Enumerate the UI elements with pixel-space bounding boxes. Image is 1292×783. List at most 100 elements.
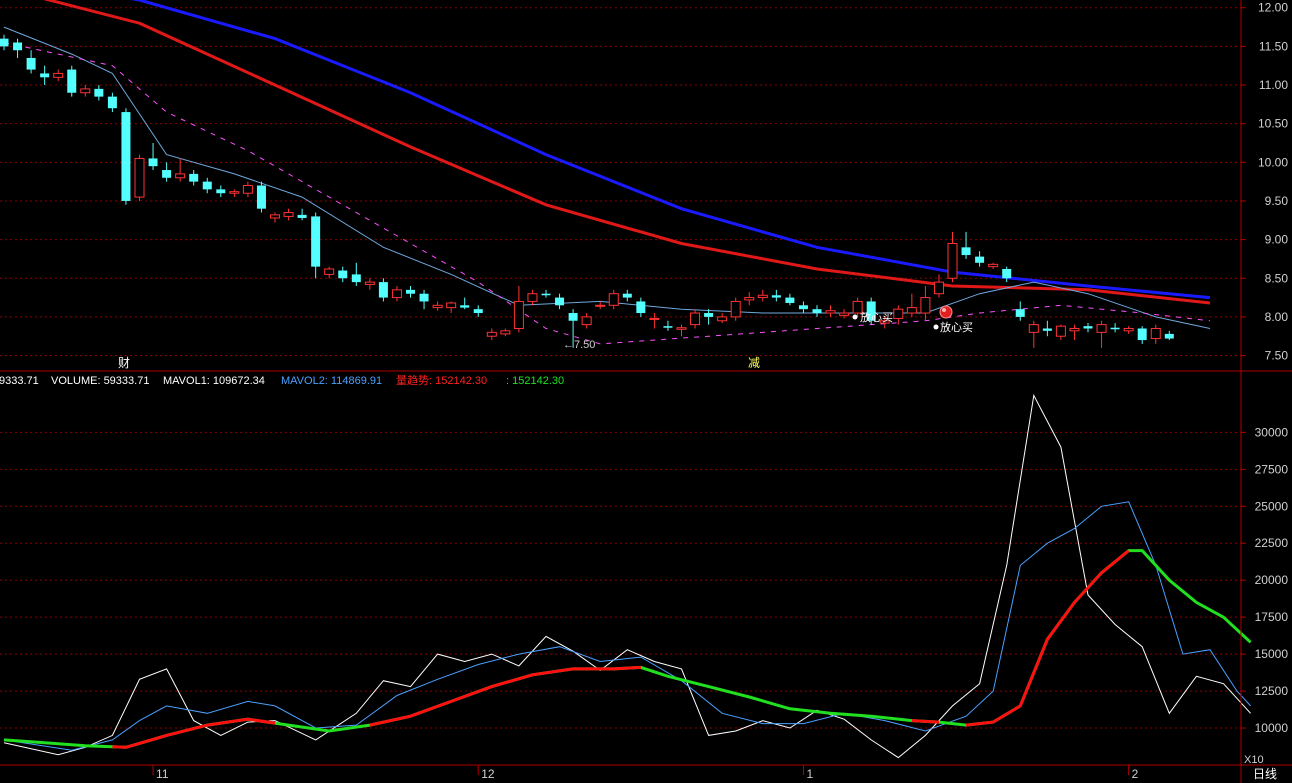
buy-signal-label-2: 放心买 bbox=[940, 320, 973, 334]
time-tick-label: 12 bbox=[481, 767, 495, 781]
period-label[interactable]: 日线 bbox=[1253, 767, 1277, 781]
candle-body-down bbox=[568, 313, 578, 321]
candle-body-down bbox=[0, 38, 9, 47]
price-tick-label: 12.00 bbox=[1258, 1, 1288, 15]
red-ball-highlight bbox=[942, 308, 946, 312]
marker-cai: 财 bbox=[118, 356, 130, 370]
candle-body-up bbox=[270, 214, 280, 219]
candle-body-down bbox=[419, 293, 429, 302]
candle-body-up bbox=[744, 297, 755, 301]
legend-trend-value: : 152142.30 bbox=[506, 375, 564, 387]
candle-body-up bbox=[595, 304, 606, 307]
candle-body-up bbox=[242, 185, 253, 194]
candle-body-up bbox=[229, 191, 240, 194]
candle-body-down bbox=[202, 181, 212, 190]
candle-body-up bbox=[1123, 327, 1134, 332]
candle-body-up bbox=[933, 281, 944, 295]
price-tick-label: 9.00 bbox=[1265, 233, 1289, 247]
volume-tick-label: 25000 bbox=[1255, 499, 1289, 513]
candle-body-up bbox=[1069, 327, 1080, 332]
candle-body-down bbox=[812, 309, 822, 314]
buy-signal-label-1: 放心买 bbox=[860, 310, 893, 324]
candle-body-up bbox=[283, 212, 294, 217]
low-price-annotation: ←7.50 bbox=[563, 339, 595, 351]
candle-body-up bbox=[730, 300, 741, 318]
candle-body-up bbox=[324, 268, 335, 275]
candle-body-down bbox=[1137, 328, 1147, 341]
candle-body-down bbox=[297, 214, 307, 218]
legend-mavol2: MAVOL2: 114869.91 bbox=[281, 375, 382, 387]
candle-body-up bbox=[893, 308, 904, 319]
candle-body-down bbox=[378, 282, 388, 298]
candle-body-down bbox=[704, 313, 714, 317]
candle-body-up bbox=[175, 173, 186, 179]
background bbox=[0, 0, 1292, 783]
volume-scale-label: X10 bbox=[1244, 754, 1264, 766]
candle-body-down bbox=[40, 73, 50, 78]
candle-body-down bbox=[338, 270, 348, 279]
legend-volume-prefix: 9333.71 bbox=[0, 375, 39, 387]
candle-body-down bbox=[663, 326, 673, 328]
candle-body-up bbox=[676, 327, 687, 330]
candle-body-up bbox=[717, 316, 728, 322]
candle-body-up bbox=[988, 263, 999, 268]
candle-body-down bbox=[460, 305, 470, 308]
candle-body-down bbox=[636, 301, 646, 314]
candle-body-down bbox=[473, 309, 483, 314]
buy-signal-dot bbox=[933, 324, 939, 330]
candle-body-up bbox=[486, 331, 497, 337]
price-tick-label: 8.00 bbox=[1265, 310, 1289, 324]
candle-body-down bbox=[148, 158, 158, 167]
candle-body-down bbox=[975, 256, 985, 263]
candle-body-up bbox=[432, 304, 443, 309]
candle-body-down bbox=[622, 293, 632, 298]
candle-body-up bbox=[581, 316, 592, 326]
candle-body-up bbox=[513, 300, 524, 329]
candle-body-up bbox=[1028, 324, 1039, 333]
candle-body-down bbox=[1002, 268, 1012, 279]
price-tick-label: 11.00 bbox=[1259, 78, 1288, 92]
volume-tick-label: 20000 bbox=[1255, 573, 1289, 587]
candle-body-down bbox=[771, 295, 781, 298]
candle-body-down bbox=[785, 297, 795, 303]
candle-body-up bbox=[608, 293, 619, 306]
candle-body-up bbox=[1096, 324, 1107, 333]
marker-jian: 减 bbox=[748, 356, 760, 370]
volume-tick-label: 22500 bbox=[1255, 536, 1289, 550]
legend-volume-trend: 量趋势: 152142.30 bbox=[396, 374, 487, 387]
candle bbox=[134, 154, 145, 201]
candle-body-up bbox=[906, 307, 917, 314]
volume-tick-label: 27500 bbox=[1255, 462, 1289, 476]
volume-tick-label: 12500 bbox=[1255, 684, 1289, 698]
candle-body-up bbox=[690, 312, 701, 326]
candle-body-down bbox=[121, 112, 131, 201]
candle-body-up bbox=[920, 297, 931, 314]
candle-body-up bbox=[947, 242, 958, 279]
legend-volume: VOLUME: 59333.71 bbox=[51, 375, 149, 387]
price-tick-label: 11.50 bbox=[1259, 39, 1288, 53]
candle-body-down bbox=[162, 170, 172, 178]
volume-legend: 9333.71 VOLUME: 59333.71 MAVOL1: 109672.… bbox=[0, 374, 564, 387]
candle-body-up bbox=[500, 330, 511, 335]
volume-tick-label: 17500 bbox=[1255, 610, 1289, 624]
candle bbox=[67, 65, 77, 97]
candle-body-up bbox=[446, 302, 457, 309]
price-tick-label: 10.50 bbox=[1258, 117, 1288, 131]
candle-body-up bbox=[527, 293, 538, 302]
time-tick-label: 11 bbox=[156, 767, 169, 781]
candle-body-down bbox=[406, 289, 415, 294]
candle-body-down bbox=[256, 185, 266, 209]
volume-tick-label: 10000 bbox=[1255, 721, 1289, 735]
candle-body-down bbox=[798, 305, 808, 310]
candle-body-up bbox=[134, 157, 145, 198]
candle-body-down bbox=[555, 297, 565, 306]
candle-body-down bbox=[1015, 309, 1025, 317]
time-tick-label: 2 bbox=[1132, 767, 1139, 781]
candle-body-down bbox=[94, 88, 104, 97]
legend-mavol1: MAVOL1: 109672.34 bbox=[163, 375, 265, 387]
volume-tick-label: 15000 bbox=[1255, 647, 1289, 661]
red-ball-icon[interactable] bbox=[939, 305, 953, 319]
candle-body-down bbox=[1164, 333, 1174, 339]
volume-tick-label: 30000 bbox=[1255, 425, 1289, 439]
volume-trend-line-red bbox=[911, 719, 940, 724]
